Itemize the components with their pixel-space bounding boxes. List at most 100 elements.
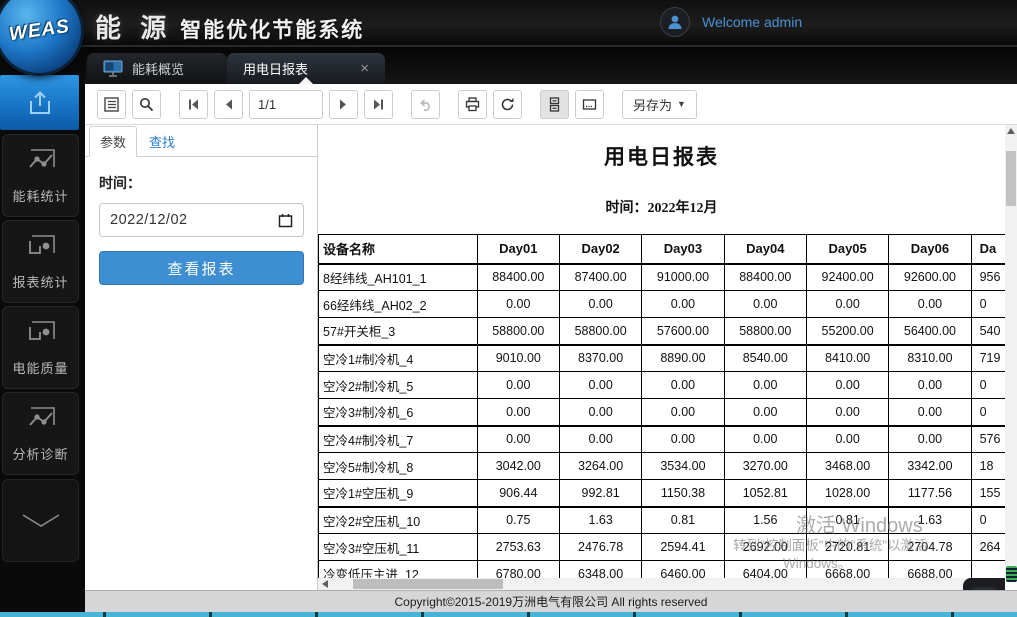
tab-params[interactable]: 参数 [89, 126, 137, 157]
table-row: 空冷1#空压机_9906.44992.811150.381052.811028.… [319, 480, 1006, 507]
device-name-cell: 冷变低压主进_12 [319, 561, 478, 579]
value-cell: 58800.00 [559, 318, 641, 345]
refresh-button[interactable] [493, 90, 522, 119]
device-name-cell: 8经纬线_AH101_1 [319, 264, 478, 291]
scroll-up-icon[interactable] [1007, 128, 1015, 134]
column-header: Day06 [889, 235, 971, 264]
table-row: 空冷5#制冷机_83042.003264.003534.003270.00346… [319, 453, 1006, 480]
value-cell: 1177.56 [889, 480, 971, 507]
value-cell: 0.00 [724, 426, 806, 453]
sidebar-export-button[interactable] [0, 75, 79, 130]
value-cell: 992.81 [559, 480, 641, 507]
last-page-button[interactable] [364, 90, 393, 119]
value-cell: 0.00 [559, 372, 641, 399]
value-cell: 0.75 [477, 507, 559, 534]
sidebar-item-energy-stats[interactable]: 能耗统计 [2, 134, 79, 217]
value-cell: 1150.38 [642, 480, 724, 507]
single-page-view-button[interactable] [575, 90, 604, 119]
scroll-left-icon[interactable] [322, 580, 328, 588]
next-page-button[interactable] [329, 90, 358, 119]
vertical-scrollbar[interactable] [1005, 125, 1017, 578]
params-tabs: 参数 查找 [85, 125, 317, 157]
line-chart-icon [24, 405, 58, 435]
bottom-strip [0, 612, 1017, 617]
caret-down-icon: ▼ [677, 99, 686, 109]
main-area: 能耗概览 用电日报表 × [85, 47, 1017, 612]
value-cell: 6688.00 [889, 561, 971, 579]
footer: Copyright©2015-2019万洲电气有限公司 All rights r… [85, 590, 1017, 612]
value-cell-clipped: 0 [971, 399, 1005, 426]
device-name-cell: 空冷1#空压机_9 [319, 480, 478, 507]
report-table-body: 8经纬线_AH101_188400.0087400.0091000.008840… [319, 264, 1006, 579]
value-cell: 0.00 [889, 426, 971, 453]
back-button[interactable] [411, 90, 440, 119]
value-cell-clipped: 0 [971, 291, 1005, 318]
value-cell: 6780.00 [477, 561, 559, 579]
value-cell-clipped: 0 [971, 372, 1005, 399]
prev-page-button[interactable] [214, 90, 243, 119]
value-cell: 88400.00 [477, 264, 559, 291]
view-report-button[interactable]: 查看报表 [99, 251, 304, 285]
value-cell: 0.00 [477, 399, 559, 426]
value-cell: 8890.00 [642, 345, 724, 372]
value-cell: 0.00 [642, 291, 724, 318]
sidebar-item-label: 分析诊断 [12, 444, 68, 463]
device-name-cell: 空冷3#空压机_11 [319, 534, 478, 561]
table-row: 空冷3#制冷机_60.000.000.000.000.000.000 [319, 399, 1006, 426]
value-cell-clipped: 956 [971, 264, 1005, 291]
report-subtitle: 时间：2022年12月 [318, 197, 1005, 217]
value-cell: 55200.00 [806, 318, 888, 345]
value-cell: 2753.63 [477, 534, 559, 561]
horizontal-scroll-thumb[interactable] [353, 579, 503, 589]
sidebar-item-label: 能耗统计 [12, 186, 68, 205]
column-header: Day01 [477, 235, 559, 264]
value-cell: 1.56 [724, 507, 806, 534]
node-flow-icon [24, 233, 58, 263]
tab-label: 用电日报表 [243, 59, 308, 78]
tab-find[interactable]: 查找 [137, 127, 187, 156]
tab-energy-overview[interactable]: 能耗概览 [87, 53, 227, 84]
value-cell-clipped: 576 [971, 426, 1005, 453]
sidebar-item-report-stats[interactable]: 报表统计 [2, 220, 79, 303]
first-page-button[interactable] [179, 90, 208, 119]
params-panel: 参数 查找 时间： 2022/12/02 查看报表 [85, 125, 318, 590]
sidebar-item-analysis[interactable]: 分析诊断 [2, 392, 79, 475]
date-input[interactable]: 2022/12/02 [99, 203, 304, 237]
save-as-button[interactable]: 另存为 ▼ [622, 90, 697, 119]
calendar-icon[interactable] [278, 213, 293, 228]
column-header: Da [971, 235, 1005, 264]
vertical-scroll-thumb[interactable] [1006, 151, 1016, 206]
page-indicator-input[interactable] [249, 90, 323, 119]
value-cell-clipped: 18 [971, 453, 1005, 480]
table-row: 空冷1#制冷机_49010.008370.008890.008540.00841… [319, 345, 1006, 372]
table-row: 空冷2#空压机_100.751.630.811.560.811.630 [319, 507, 1006, 534]
tab-close-icon[interactable]: × [360, 61, 369, 76]
search-button[interactable] [132, 90, 161, 119]
time-label: 时间： [99, 173, 303, 193]
value-cell: 92600.00 [889, 264, 971, 291]
brand-name: 能 源 [95, 8, 172, 45]
value-cell: 906.44 [477, 480, 559, 507]
column-header: Day05 [806, 235, 888, 264]
continuous-view-button[interactable] [540, 90, 569, 119]
tab-daily-report[interactable]: 用电日报表 × [227, 53, 385, 84]
value-cell: 56400.00 [889, 318, 971, 345]
value-cell: 6404.00 [724, 561, 806, 579]
value-cell: 0.00 [559, 291, 641, 318]
skip-next-icon[interactable] [970, 587, 998, 590]
sidebar-expand-button[interactable] [2, 479, 79, 562]
sidebar-item-power-quality[interactable]: 电能质量 [2, 306, 79, 389]
value-cell: 6460.00 [642, 561, 724, 579]
value-cell: 8540.00 [724, 345, 806, 372]
mini-widget-icon [1006, 566, 1017, 582]
device-name-cell: 空冷4#制冷机_7 [319, 426, 478, 453]
value-cell-clipped [971, 561, 1005, 579]
table-row: 66经纬线_AH02_20.000.000.000.000.000.000 [319, 291, 1006, 318]
horizontal-scrollbar[interactable] [318, 578, 1005, 590]
toc-button[interactable] [97, 90, 126, 119]
floating-media-widget[interactable] [963, 578, 1005, 590]
print-button[interactable] [458, 90, 487, 119]
value-cell: 0.81 [806, 507, 888, 534]
column-header: Day02 [559, 235, 641, 264]
user-area[interactable]: Welcome admin [660, 7, 802, 37]
